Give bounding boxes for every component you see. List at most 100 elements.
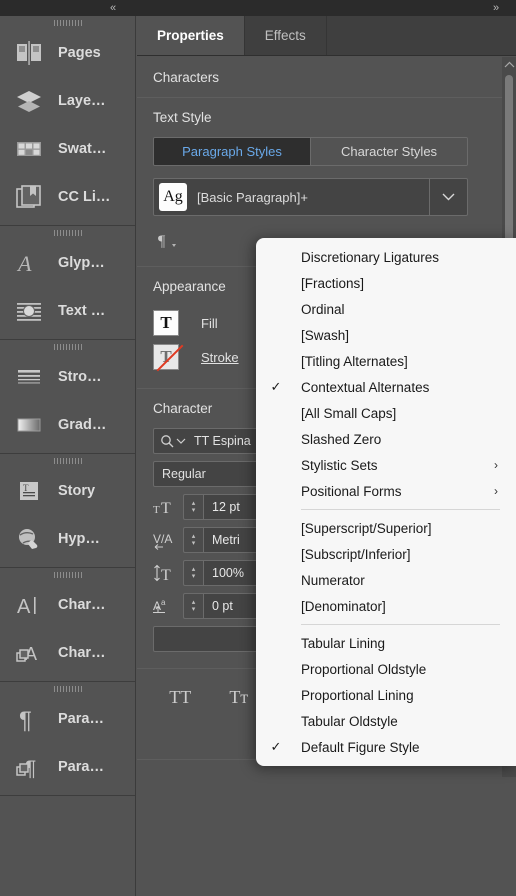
menu-item[interactable]: ✓ Contextual Alternates <box>256 374 516 400</box>
segment-paragraph-styles[interactable]: Paragraph Styles <box>154 138 310 165</box>
svg-text:¶: ¶ <box>19 707 32 732</box>
tab-properties-label: Properties <box>157 28 224 43</box>
menu-item-label: [Subscript/Inferior] <box>301 546 411 562</box>
chevron-right-icon: › <box>494 458 498 472</box>
rail-item-text-wrap[interactable]: Text … <box>0 287 135 335</box>
chevron-up-icon[interactable] <box>502 57 516 71</box>
baseline-shift-stepper[interactable]: ▴ ▾ <box>183 593 203 619</box>
rail-group-grip[interactable] <box>0 226 135 239</box>
paragraph-style-picker[interactable]: Ag [Basic Paragraph]+ <box>153 178 468 216</box>
indesign-properties-panel-window: « » Pages Laye… Swat… CC Li… A Glyp… Text … Str… <box>0 0 516 896</box>
stroke-label[interactable]: Stroke <box>201 350 239 365</box>
font-family-value: TT Espina <box>194 434 251 448</box>
menu-item[interactable]: [All Small Caps] <box>256 400 516 426</box>
search-icon <box>161 435 174 448</box>
svg-text:T: T <box>161 567 171 583</box>
rail-item-label: Stro… <box>58 369 102 385</box>
fill-swatch-icon[interactable]: T <box>153 310 179 336</box>
menu-separator <box>301 509 500 510</box>
hyperlinks-icon <box>14 524 44 554</box>
tab-effects-label: Effects <box>264 28 306 43</box>
rail-group: Pages Laye… Swat… CC Li… <box>0 16 135 226</box>
menu-item-label: Tabular Lining <box>301 635 386 651</box>
stepper-up-icon: ▴ <box>191 500 196 507</box>
fill-label: Fill <box>201 315 218 331</box>
menu-item[interactable]: [Subscript/Inferior] <box>256 541 516 567</box>
font-size-stepper[interactable]: ▴ ▾ <box>183 494 203 520</box>
chevron-right-icon: › <box>494 484 498 498</box>
stepper-down-icon: ▾ <box>191 573 196 580</box>
rail-group: T Story Hyp… <box>0 454 135 568</box>
rail-item-glyphs[interactable]: A Glyp… <box>0 239 135 287</box>
rail-item-hyperlinks[interactable]: Hyp… <box>0 515 135 563</box>
rail-item-character-styles[interactable]: A Char… <box>0 629 135 677</box>
stepper-down-icon: ▾ <box>191 507 196 514</box>
stepper-up-icon: ▴ <box>191 566 196 573</box>
menu-item[interactable]: [Denominator] <box>256 593 516 619</box>
menu-item-label: [Titling Alternates] <box>301 353 408 369</box>
rail-item-label: Text … <box>58 303 106 319</box>
rail-group-grip[interactable] <box>0 682 135 695</box>
menu-item[interactable]: Slashed Zero <box>256 426 516 452</box>
rail-item-cc-libraries[interactable]: CC Li… <box>0 173 135 221</box>
menu-item[interactable]: Stylistic Sets › <box>256 452 516 478</box>
menu-item[interactable]: [Swash] <box>256 322 516 348</box>
rail-item-paragraph-styles[interactable]: ¶ Para… <box>0 743 135 791</box>
menu-item-label: Default Figure Style <box>301 739 420 755</box>
tab-properties[interactable]: Properties <box>137 16 245 55</box>
rail-item-gradient[interactable]: Grad… <box>0 401 135 449</box>
rail-item-pages[interactable]: Pages <box>0 29 135 77</box>
paragraph-styles-icon: ¶ <box>14 752 44 782</box>
menu-item[interactable]: Tabular Oldstyle <box>256 708 516 734</box>
menu-item[interactable]: ✓ Default Figure Style <box>256 734 516 760</box>
rail-group-grip[interactable] <box>0 16 135 29</box>
menu-item[interactable]: Proportional Lining <box>256 682 516 708</box>
fill-swatch-glyph: T <box>160 313 172 332</box>
swatches-icon <box>14 134 44 164</box>
rail-item-label: Char… <box>58 645 106 661</box>
kerning-stepper[interactable]: ▴ ▾ <box>183 527 203 553</box>
vertical-scale-stepper[interactable]: ▴ ▾ <box>183 560 203 586</box>
rail-item-story[interactable]: T Story <box>0 467 135 515</box>
rail-item-label: Hyp… <box>58 531 100 547</box>
character-styles-icon: A <box>14 638 44 668</box>
menu-item[interactable]: Numerator <box>256 567 516 593</box>
text-style-block: Text Style Paragraph Styles Character St… <box>137 98 516 258</box>
tab-effects[interactable]: Effects <box>245 16 327 55</box>
all-caps-button[interactable]: TT <box>151 687 210 708</box>
menu-item[interactable]: [Titling Alternates] <box>256 348 516 374</box>
rail-item-label: Laye… <box>58 93 106 109</box>
paragraph-icon: ¶ <box>14 704 44 734</box>
rail-item-label: Grad… <box>58 417 107 433</box>
stroke-swatch-icon[interactable]: T <box>153 344 184 372</box>
collapse-right-icon[interactable]: » <box>493 2 499 14</box>
menu-item[interactable]: Positional Forms › <box>256 478 516 504</box>
menu-item[interactable]: Ordinal <box>256 296 516 322</box>
collapse-left-icon[interactable]: « <box>110 2 116 14</box>
chevron-down-icon[interactable] <box>429 179 467 215</box>
text-style-segmented-control: Paragraph Styles Character Styles <box>153 137 468 166</box>
menu-item-label: [All Small Caps] <box>301 405 397 421</box>
svg-text:V/A: V/A <box>153 532 172 546</box>
rail-item-character[interactable]: A Char… <box>0 581 135 629</box>
character-icon: A <box>14 590 44 620</box>
rail-item-stroke[interactable]: Stro… <box>0 353 135 401</box>
segment-character-styles[interactable]: Character Styles <box>310 138 467 165</box>
rail-item-paragraph[interactable]: ¶ Para… <box>0 695 135 743</box>
menu-item[interactable]: Discretionary Ligatures <box>256 244 516 270</box>
baseline-shift-icon: A a <box>153 596 183 616</box>
svg-text:T: T <box>23 483 29 493</box>
rail-item-layers[interactable]: Laye… <box>0 77 135 125</box>
rail-group-grip[interactable] <box>0 568 135 581</box>
svg-text:A: A <box>153 599 161 613</box>
text-style-title: Text Style <box>153 110 212 125</box>
menu-item[interactable]: [Superscript/Superior] <box>256 515 516 541</box>
menu-item[interactable]: Tabular Lining <box>256 630 516 656</box>
rail-group-grip[interactable] <box>0 340 135 353</box>
rail-item-swatches[interactable]: Swat… <box>0 125 135 173</box>
rail-group: Stro… Grad… <box>0 340 135 454</box>
menu-item[interactable]: Proportional Oldstyle <box>256 656 516 682</box>
menu-item[interactable]: [Fractions] <box>256 270 516 296</box>
rail-group-grip[interactable] <box>0 454 135 467</box>
menu-item-label: Ordinal <box>301 301 345 317</box>
